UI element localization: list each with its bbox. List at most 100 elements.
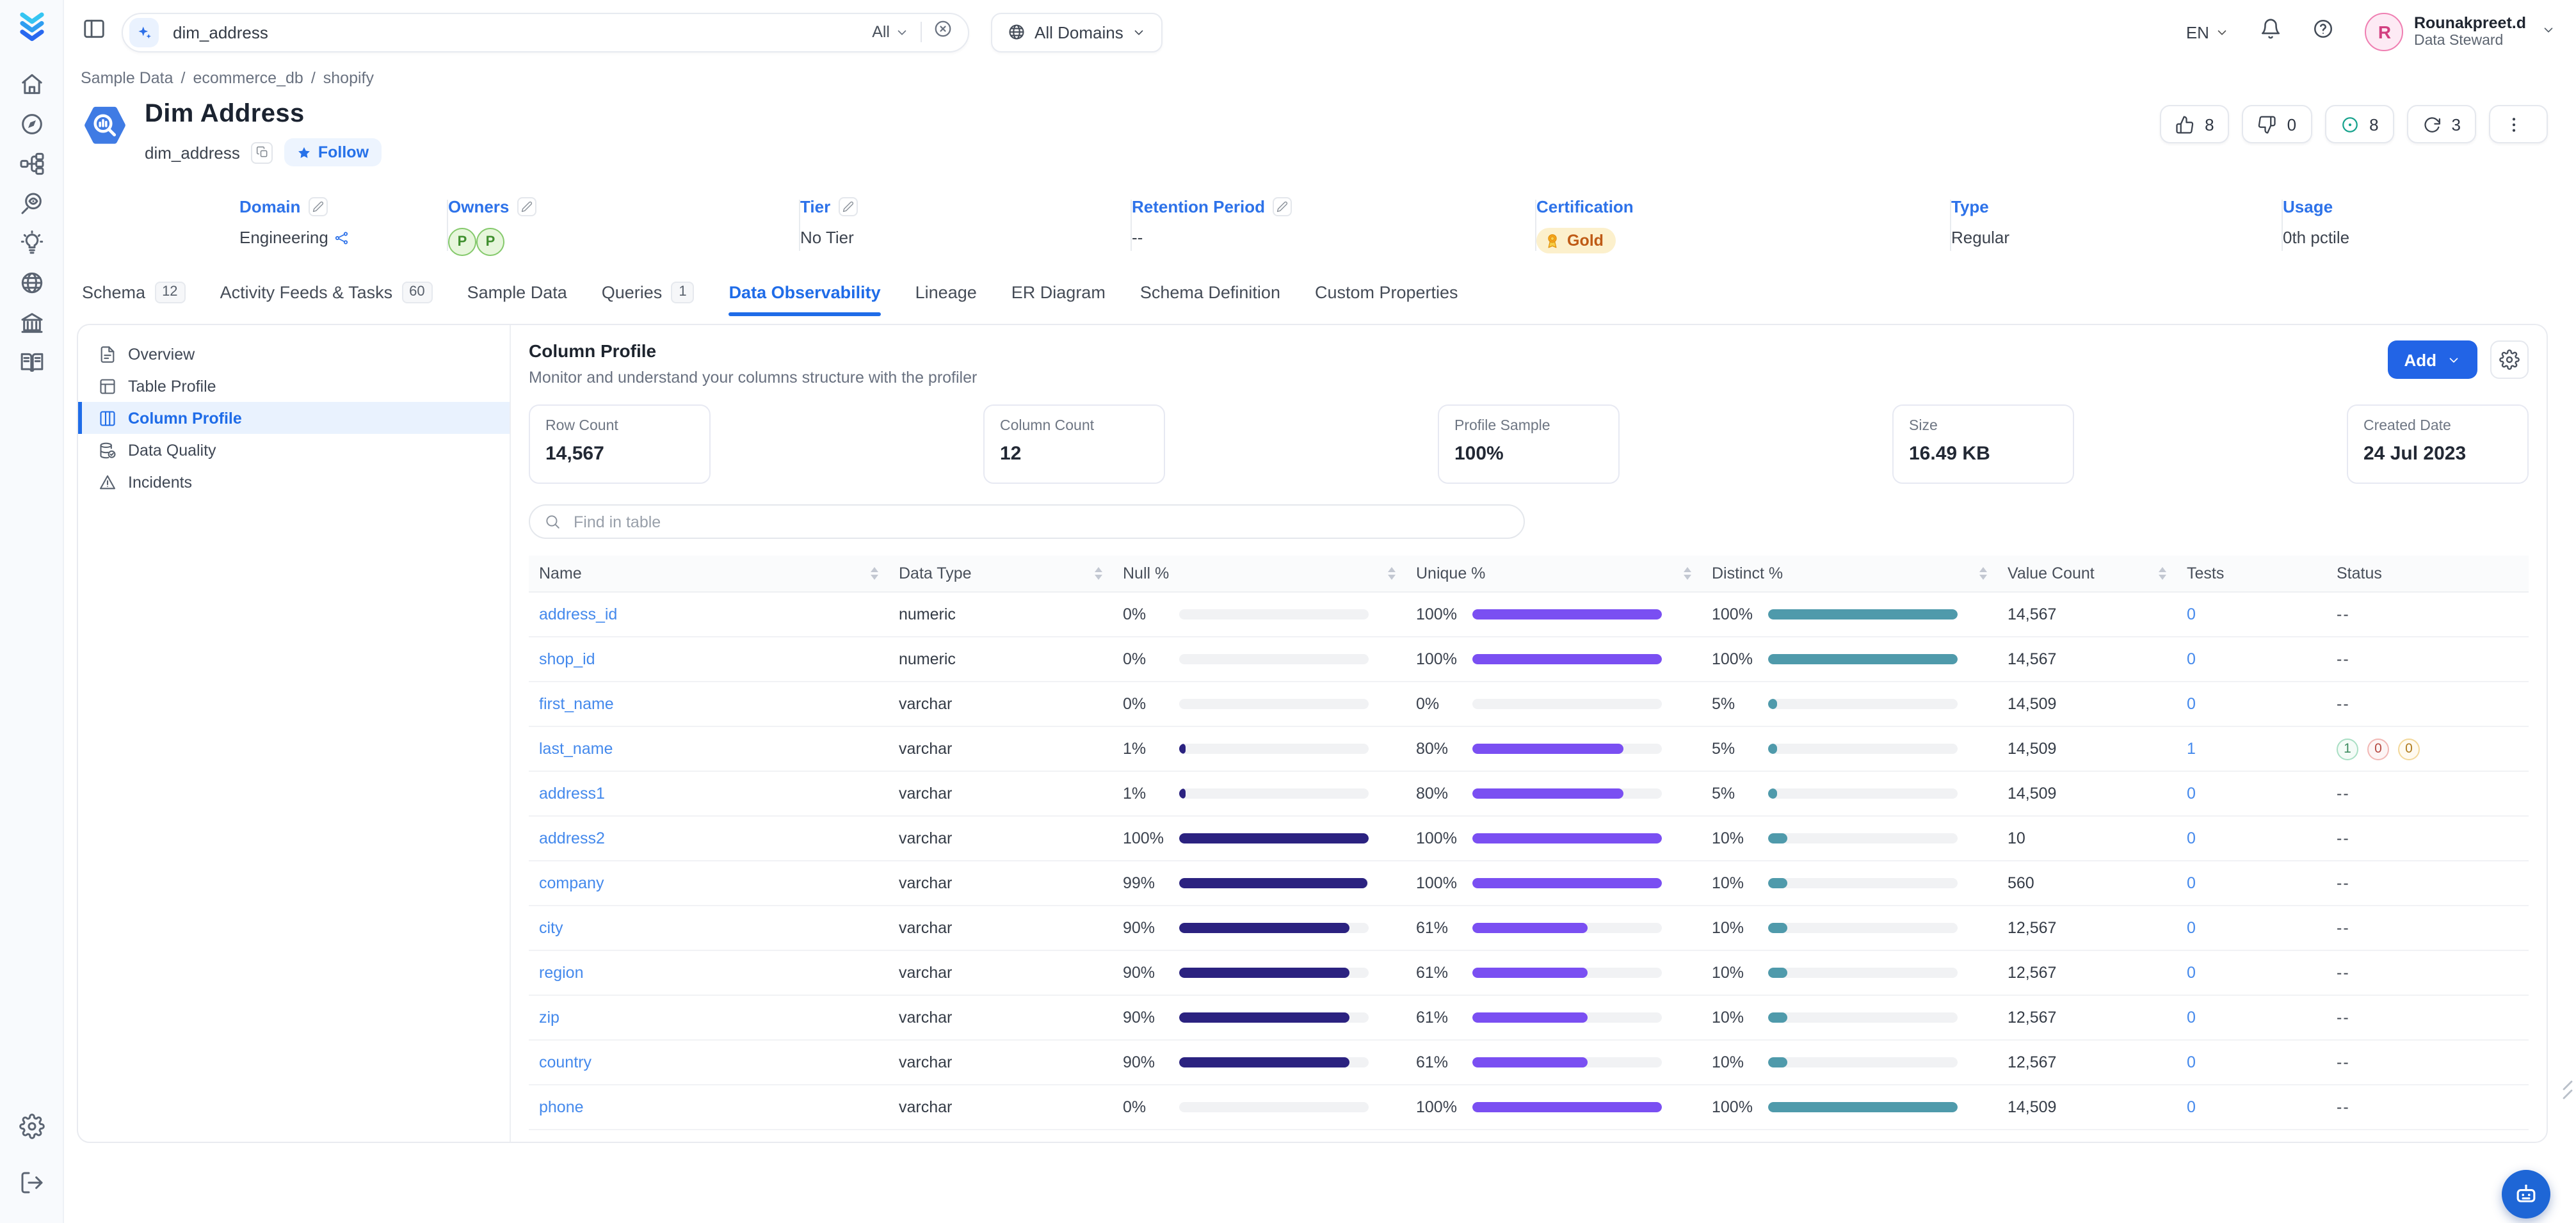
sort-icon[interactable] [1087,567,1102,580]
column-name-link[interactable]: country [539,1053,592,1071]
breadcrumb-service[interactable]: Sample Data [81,69,173,87]
tab-data-observability[interactable]: Data Observability [729,282,881,316]
status-cell: -- [2326,650,2529,668]
column-name-link[interactable]: address2 [539,829,605,847]
user-avatar[interactable]: R [2365,13,2404,51]
status-cell: -- [2326,695,2529,713]
versions-button[interactable]: 3 [2407,105,2476,143]
subnav-item-column-profile[interactable]: Column Profile [78,402,510,434]
tests-link[interactable]: 0 [2187,650,2196,668]
more-button[interactable] [2489,105,2548,143]
downvote-button[interactable]: 0 [2242,105,2312,143]
rail-item-observability[interactable] [12,186,51,221]
tab-activity-feeds-tasks[interactable]: Activity Feeds & Tasks60 [220,282,433,316]
global-search-input[interactable] [170,21,872,43]
add-button[interactable]: Add [2387,340,2477,379]
tests-link[interactable]: 0 [2187,874,2196,892]
tests-link[interactable]: 0 [2187,1053,2196,1071]
tests-link[interactable]: 0 [2187,785,2196,803]
column-header-null-[interactable]: Null % [1113,556,1406,591]
column-name-link[interactable]: first_name [539,695,614,713]
rail-item-home[interactable] [12,67,51,102]
sidebar-toggle-icon[interactable] [82,17,106,47]
column-name-link[interactable]: last_name [539,740,613,758]
subnav-item-data-quality[interactable]: Data Quality [78,434,510,466]
edit-pencil-icon[interactable] [1273,197,1292,216]
tab-queries[interactable]: Queries1 [602,282,695,316]
find-in-table-input[interactable] [571,511,1509,532]
copy-icon[interactable] [252,141,273,163]
column-name-link[interactable]: shop_id [539,650,595,668]
rail-item-domains[interactable] [12,265,51,301]
all-domains-button[interactable]: All Domains [991,12,1163,52]
tests-link[interactable]: 0 [2187,919,2196,937]
owner-avatar[interactable]: P [448,228,476,256]
tab-custom-properties[interactable]: Custom Properties [1315,282,1458,316]
tab-schema-definition[interactable]: Schema Definition [1140,282,1280,316]
tab-lineage[interactable]: Lineage [915,282,977,316]
column-name-link[interactable]: address1 [539,785,605,803]
global-search-bar[interactable]: All [122,12,969,52]
chat-bot-button[interactable] [2502,1170,2550,1219]
rail-item-insights[interactable] [12,225,51,261]
upvote-button[interactable]: 8 [2160,105,2229,143]
sort-icon[interactable] [1676,567,1691,580]
sort-icon[interactable] [1972,567,1987,580]
breadcrumb-schema[interactable]: shopify [323,69,374,87]
column-name-link[interactable]: address_id [539,605,617,623]
column-header-distinct-[interactable]: Distinct % [1702,556,1997,591]
tab-schema[interactable]: Schema12 [82,282,186,316]
column-header-value-count[interactable]: Value Count [1997,556,2177,591]
tab-er-diagram[interactable]: ER Diagram [1011,282,1106,316]
edit-pencil-icon[interactable] [308,197,327,216]
column-name-link[interactable]: region [539,964,584,982]
tests-link[interactable]: 1 [2187,740,2196,758]
value-count-cell: 14,567 [1997,650,2177,668]
language-dropdown[interactable]: EN [2186,22,2230,42]
tasks-button[interactable]: 8 [2324,105,2394,143]
column-name-link[interactable]: city [539,919,563,937]
rail-item-logout[interactable] [12,1165,51,1201]
owner-avatar[interactable]: P [476,228,504,256]
rail-item-explore[interactable] [12,106,51,142]
subnav-item-overview[interactable]: Overview [78,338,510,370]
notifications-bell-icon[interactable] [2260,18,2282,46]
tests-link[interactable]: 0 [2187,1098,2196,1116]
tests-link[interactable]: 0 [2187,605,2196,623]
find-in-table-search[interactable] [529,504,1525,539]
subnav-item-incidents[interactable]: Incidents [78,466,510,498]
rail-item-govern[interactable] [12,305,51,340]
tests-link[interactable]: 0 [2187,695,2196,713]
user-menu-chevron-icon[interactable] [2541,20,2556,44]
panel-resize-handle[interactable] [2562,1079,2573,1102]
sort-icon[interactable] [2151,567,2166,580]
incident-icon [99,473,117,491]
rail-item-settings[interactable] [12,1108,51,1144]
edit-pencil-icon[interactable] [517,197,536,216]
user-menu[interactable]: Rounakpreet.d Data Steward [2414,13,2526,51]
clear-search-icon[interactable] [933,19,953,45]
column-name-link[interactable]: phone [539,1098,584,1116]
profiler-settings-button[interactable] [2490,340,2529,379]
sort-icon[interactable] [863,567,878,580]
subnav-item-table-profile[interactable]: Table Profile [78,370,510,402]
sort-icon[interactable] [1380,567,1396,580]
column-header-data-type[interactable]: Data Type [889,556,1113,591]
tests-link[interactable]: 0 [2187,964,2196,982]
tests-link[interactable]: 0 [2187,1009,2196,1027]
openmetadata-logo-icon[interactable] [15,10,48,44]
help-icon[interactable] [2313,18,2335,46]
tab-sample-data[interactable]: Sample Data [467,282,567,316]
column-header-name[interactable]: Name [529,556,889,591]
column-name-link[interactable]: company [539,874,604,892]
breadcrumb-database[interactable]: ecommerce_db [193,69,303,87]
edit-pencil-icon[interactable] [838,197,857,216]
rail-item-glossary[interactable] [12,344,51,380]
column-header-unique-[interactable]: Unique % [1406,556,1702,591]
column-name-link[interactable]: zip [539,1009,559,1027]
tests-link[interactable]: 0 [2187,829,2196,847]
rail-item-data-flow[interactable] [12,146,51,182]
search-scope-dropdown[interactable]: All [872,23,909,41]
follow-button[interactable]: Follow [285,138,382,166]
unique-pct-cell: 100% [1406,650,1702,668]
